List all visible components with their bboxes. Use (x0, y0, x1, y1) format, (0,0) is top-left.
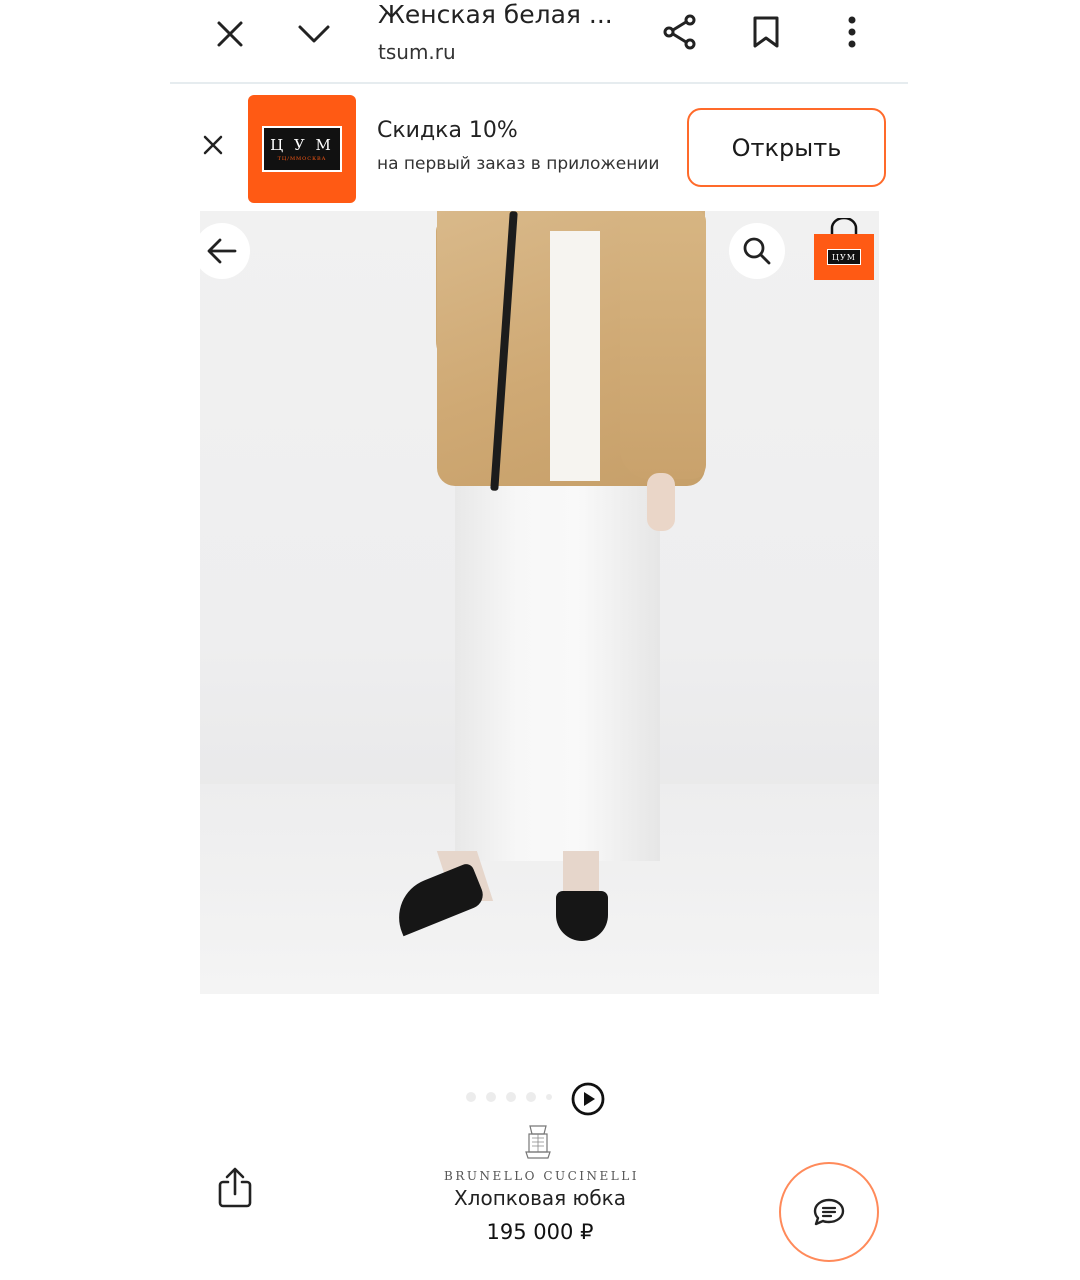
page-url[interactable]: tsum.ru (378, 40, 456, 64)
page-title[interactable]: Женская белая ... (378, 0, 613, 29)
logo-subtext: ТЦ/ММОСКВА (277, 156, 327, 162)
pager-dot[interactable] (546, 1094, 552, 1100)
app-install-banner: Ц У М ТЦ/ММОСКВА Скидка 10% на первый за… (190, 92, 890, 206)
shoe-right (556, 891, 608, 941)
product-brand[interactable]: BRUNELLO CUCINELLI (0, 1169, 1080, 1183)
jacket-sleeve-right (620, 211, 706, 479)
product-name: Хлопковая юбка (453, 1186, 627, 1210)
more-vertical-icon[interactable] (830, 10, 874, 54)
banner-close-icon[interactable] (200, 132, 226, 158)
gallery-pager (466, 1092, 552, 1102)
tsum-app-logo: Ц У М ТЦ/ММОСКВА (248, 95, 356, 203)
chat-icon (813, 1198, 845, 1226)
hand-figure (647, 473, 675, 531)
product-image[interactable] (200, 211, 879, 994)
share-up-icon[interactable] (214, 1166, 256, 1210)
search-icon[interactable] (729, 223, 785, 279)
top-figure (550, 231, 600, 481)
share-icon[interactable] (658, 10, 702, 54)
pager-dot[interactable] (526, 1092, 536, 1102)
browser-toolbar: Женская белая ... tsum.ru (170, 0, 908, 84)
pager-dot[interactable] (506, 1092, 516, 1102)
brand-crest-icon (520, 1122, 556, 1164)
bookmark-icon[interactable] (744, 10, 788, 54)
play-icon[interactable] (571, 1082, 605, 1116)
chat-button[interactable] (779, 1162, 879, 1262)
banner-subtitle: на первый заказ в приложении (377, 154, 660, 174)
skirt-figure (455, 476, 660, 861)
banner-title: Скидка 10% (377, 118, 518, 143)
pager-dot[interactable] (486, 1092, 496, 1102)
pager-dot[interactable] (466, 1092, 476, 1102)
bag-label: ЦУМ (827, 249, 861, 265)
logo-text: Ц У М (270, 136, 334, 154)
close-icon[interactable] (208, 12, 252, 56)
product-price: 195 000 ₽ (486, 1220, 594, 1244)
chevron-down-icon[interactable] (292, 12, 336, 56)
open-app-button[interactable]: Открыть (687, 108, 886, 187)
back-arrow-icon[interactable] (194, 223, 250, 279)
shopping-bag-icon[interactable]: ЦУМ (814, 218, 874, 280)
